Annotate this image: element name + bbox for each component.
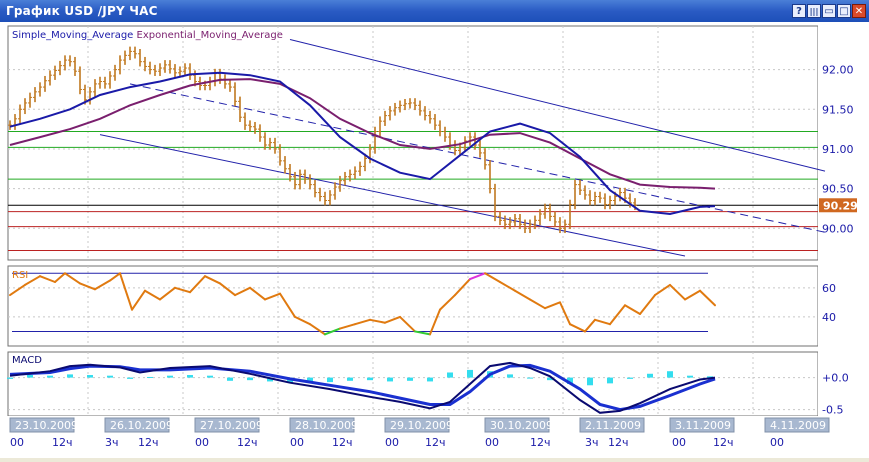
minimize-button[interactable]: ▭ [822, 4, 836, 18]
chart-window: График USD /JPY ЧАС ? ||| ▭ □ ✕ 92.00 91.… [0, 0, 869, 458]
price-tick-label: 91.50 [822, 103, 854, 116]
macd-hist-bar [147, 376, 153, 378]
last-price-label: 90.29 [823, 199, 858, 212]
main-panel [7, 25, 819, 261]
macd-hist-bar [387, 377, 393, 382]
date-label: 26.10.2009 [110, 419, 173, 432]
macd-hist-bar [187, 375, 193, 378]
close-button[interactable]: ✕ [852, 4, 866, 18]
date-label: 3.11.2009 [675, 419, 731, 432]
macd-hist-bar [607, 377, 613, 384]
price-tick-label: 92.00 [822, 64, 854, 77]
date-label: 29.10.2009 [390, 419, 453, 432]
macd-hist-bar [207, 375, 213, 378]
hour-label: 12ч [138, 436, 159, 449]
macd-hist-bar [107, 375, 113, 378]
rsi-tick-label: 60 [822, 282, 836, 295]
macd-hist-bar [27, 375, 33, 378]
ema-legend: Exponential_Moving_Average [137, 30, 283, 41]
hour-label: 00 [385, 436, 399, 449]
hour-label: 00 [290, 436, 304, 449]
chart-svg: 92.00 91.50 91.00 90.50 90.00 60 40 +0.0 -0.5 90.… [0, 22, 869, 458]
sma-legend: Simple_Moving_Average [12, 30, 137, 41]
hour-label: 00 [672, 436, 686, 449]
chart-area[interactable]: 92.00 91.50 91.00 90.50 90.00 60 40 +0.0 -0.5 90.… [0, 22, 869, 458]
hour-label: 3ч [585, 436, 599, 449]
macd-hist-bar [687, 375, 693, 378]
macd-hist-bar [587, 377, 593, 386]
macd-hist-bar [7, 377, 13, 379]
date-label: 27.10.2009 [200, 419, 263, 432]
hour-label: 00 [770, 436, 784, 449]
date-label: 28.10.2009 [295, 419, 358, 432]
macd-hist-bar [347, 377, 353, 381]
hour-label: 00 [485, 436, 499, 449]
macd-hist-bar [367, 377, 373, 381]
macd-hist-bar [667, 371, 673, 378]
main-legend: Simple_Moving_Average Exponential_Moving… [12, 30, 283, 41]
maximize-button[interactable]: □ [837, 4, 851, 18]
hour-label: 12ч [52, 436, 73, 449]
macd-hist-bar [227, 377, 233, 381]
hour-label: 12ч [332, 436, 353, 449]
hour-label: 3ч [105, 436, 119, 449]
macd-hist-bar [87, 375, 93, 378]
macd-hist-bar [447, 372, 453, 378]
hour-label: 12ч [608, 436, 629, 449]
rsi-panel [7, 265, 819, 347]
macd-hist-bar [167, 375, 173, 378]
hour-label: 12ч [237, 436, 258, 449]
date-label: 30.10.2009 [490, 419, 553, 432]
price-tick-label: 91.00 [822, 143, 854, 156]
tile-button[interactable]: ||| [807, 4, 821, 18]
macd-hist-bar [127, 377, 133, 379]
macd-hist-bar [407, 377, 413, 381]
hour-label: 00 [195, 436, 209, 449]
macd-hist-bar [67, 374, 73, 378]
price-scale-strip [818, 22, 869, 416]
macd-title: MACD [12, 355, 42, 366]
rsi-tick-label: 40 [822, 311, 836, 324]
date-label: 23.10.2009 [15, 419, 78, 432]
macd-hist-bar [627, 377, 633, 379]
macd-tick-label: -0.5 [822, 404, 843, 417]
macd-hist-bar [507, 374, 513, 378]
price-tick-label: 90.00 [822, 222, 854, 235]
macd-hist-bar [527, 377, 533, 379]
date-label: 4.11.2009 [770, 419, 826, 432]
help-button[interactable]: ? [792, 4, 806, 18]
hour-label: 00 [10, 436, 24, 449]
macd-hist-bar [467, 369, 473, 378]
macd-hist-bar [47, 375, 53, 378]
macd-hist-bar [427, 377, 433, 382]
macd-hist-bar [247, 377, 253, 381]
hour-label: 12ч [530, 436, 551, 449]
macd-hist-bar [647, 373, 653, 378]
macd-hist-bar [327, 377, 333, 383]
rsi-title: RSI [12, 270, 28, 281]
date-label: 2.11.2009 [585, 419, 641, 432]
window-title: График USD /JPY ЧАС [6, 4, 158, 18]
title-bar[interactable]: График USD /JPY ЧАС ? ||| ▭ □ ✕ [0, 0, 869, 22]
hour-label: 12ч [425, 436, 446, 449]
hour-label: 12ч [713, 436, 734, 449]
price-tick-label: 90.50 [822, 183, 854, 196]
macd-tick-label: +0.0 [822, 372, 849, 385]
